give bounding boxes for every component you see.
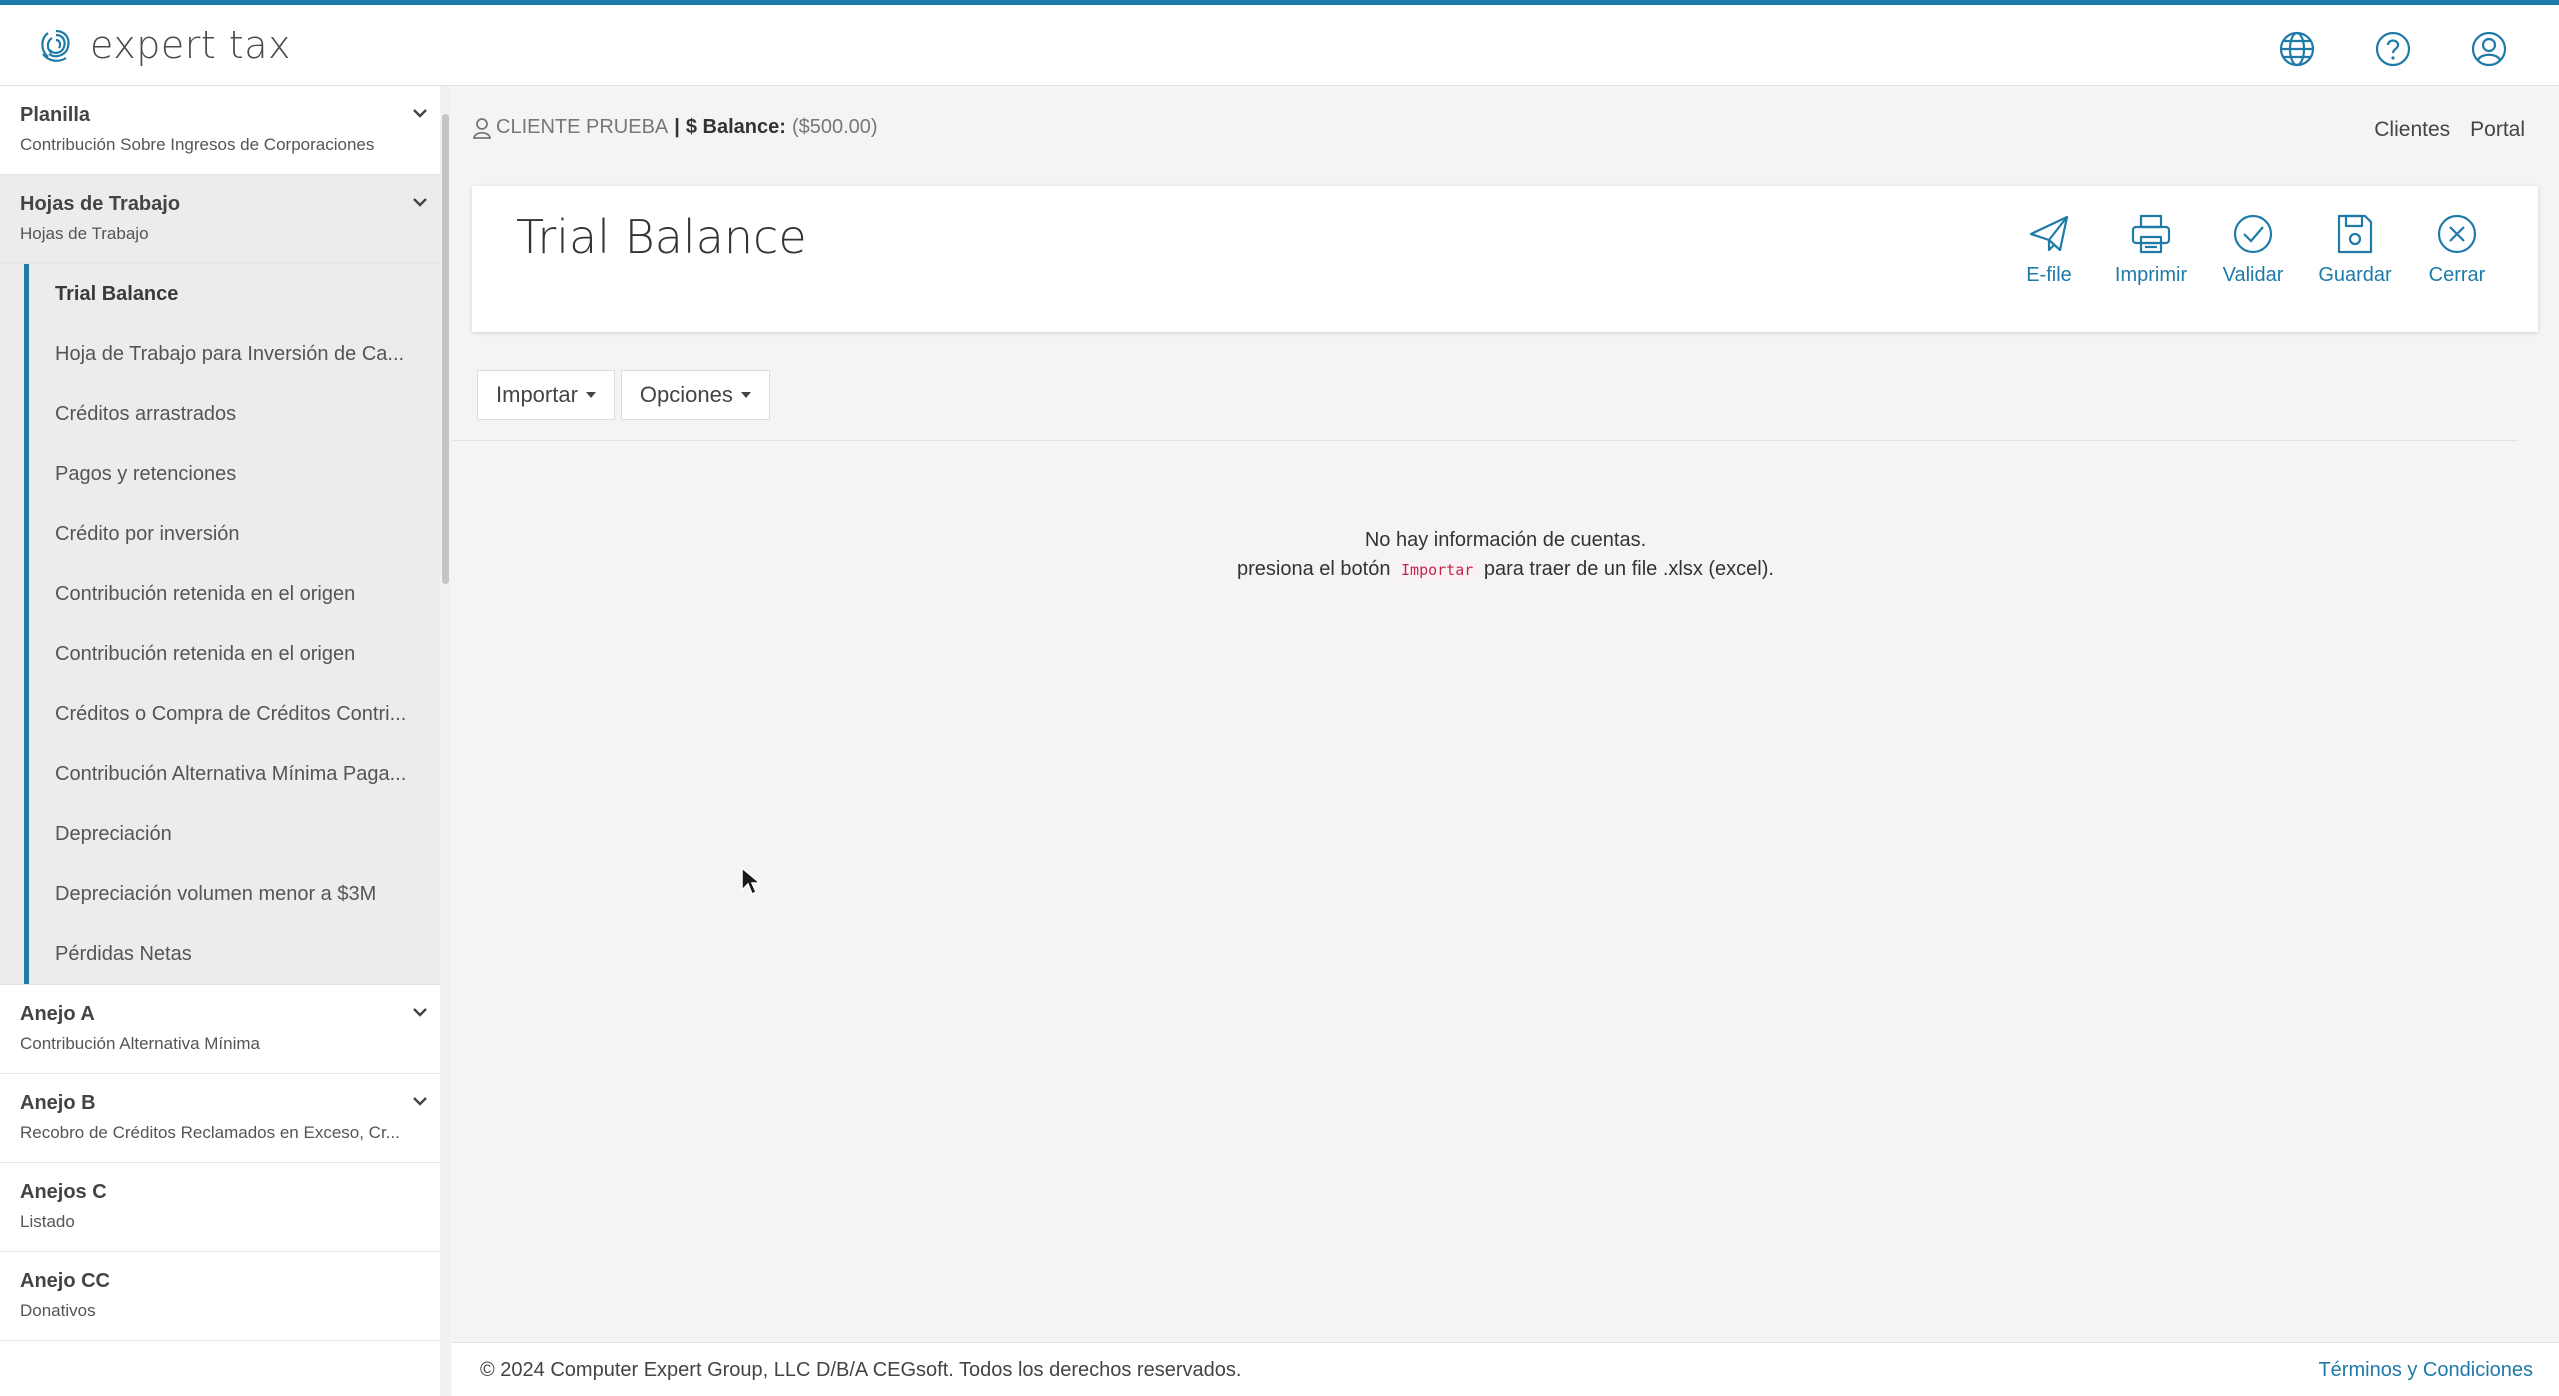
print-label: Imprimir	[2114, 264, 2188, 286]
main-content: CLIENTE PRUEBA | $ Balance: ($500.00) Cl…	[452, 86, 2559, 1396]
page-title: Trial Balance	[516, 210, 807, 264]
section-title: Hojas de Trabajo	[20, 193, 181, 215]
close-circle-icon	[2437, 214, 2477, 254]
section-subtitle: Donativos	[20, 1301, 96, 1320]
section-title: Anejos C	[20, 1181, 107, 1203]
portal-link[interactable]: Portal	[2470, 118, 2525, 142]
terms-link[interactable]: Términos y Condiciones	[2318, 1359, 2533, 1382]
check-circle-icon	[2233, 214, 2273, 254]
sidebar: Planilla Contribución Sobre Ingresos de …	[0, 86, 450, 1396]
section-subtitle: Hojas de Trabajo	[20, 224, 149, 243]
user-icon	[472, 117, 492, 139]
sidebar-section-planilla[interactable]: Planilla Contribución Sobre Ingresos de …	[0, 86, 449, 175]
mouse-cursor-icon	[741, 866, 763, 896]
send-icon	[2029, 215, 2069, 252]
empty-state-text-before: presiona el botón	[1237, 558, 1391, 580]
worksheet-list: Trial Balance Hoja de Trabajo para Inver…	[0, 264, 449, 985]
footer: © 2024 Computer Expert Group, LLC D/B/A …	[452, 1342, 2559, 1396]
caret-down-icon	[740, 392, 751, 398]
sidebar-item-depreciacion-volumen[interactable]: Depreciación volumen menor a $3M	[29, 864, 439, 924]
sidebar-section-anejo-b[interactable]: Anejo B Recobro de Créditos Reclamados e…	[0, 1074, 449, 1163]
user-account-icon[interactable]	[2469, 29, 2509, 69]
chevron-down-icon[interactable]	[409, 1090, 431, 1112]
section-title: Anejo CC	[20, 1270, 110, 1292]
section-title: Planilla	[20, 104, 91, 126]
save-icon	[2337, 214, 2373, 254]
sidebar-item-depreciacion[interactable]: Depreciación	[29, 804, 439, 864]
validate-label: Validar	[2222, 264, 2284, 286]
section-subtitle: Contribución Alternativa Mínima	[20, 1034, 261, 1053]
import-code-hint: Importar	[1396, 559, 1479, 581]
sidebar-item-creditos-compra[interactable]: Créditos o Compra de Créditos Contri...	[29, 684, 439, 744]
separator: |	[674, 116, 680, 138]
sidebar-item-contribucion-retenida-2[interactable]: Contribución retenida en el origen	[29, 624, 439, 684]
section-subtitle: Recobro de Créditos Reclamados en Exceso…	[20, 1123, 400, 1142]
empty-state-line2: presiona el botón Importar para traer de…	[452, 555, 2559, 585]
close-button[interactable]: Cerrar	[2406, 212, 2508, 287]
copyright-text: © 2024 Computer Expert Group, LLC D/B/A …	[480, 1359, 1242, 1381]
close-label: Cerrar	[2428, 264, 2486, 286]
sidebar-item-credito-inversion[interactable]: Crédito por inversión	[29, 504, 439, 564]
empty-state-message: No hay información de cuentas. presiona …	[452, 526, 2559, 585]
sidebar-section-anejo-a[interactable]: Anejo A Contribución Alternativa Mínima	[0, 985, 449, 1074]
sidebar-item-contribucion-retenida-1[interactable]: Contribución retenida en el origen	[29, 564, 439, 624]
sidebar-section-hojas-de-trabajo[interactable]: Hojas de Trabajo Hojas de Trabajo	[0, 175, 449, 264]
chevron-down-icon[interactable]	[409, 1001, 431, 1023]
clients-link[interactable]: Clientes	[2374, 118, 2450, 142]
section-title: Anejo B	[20, 1092, 96, 1114]
brand-name: expert tax	[90, 23, 291, 67]
help-icon[interactable]	[2373, 29, 2413, 69]
client-name[interactable]: CLIENTE PRUEBA	[496, 116, 668, 139]
balance-value: ($500.00)	[791, 116, 878, 138]
divider	[452, 440, 2518, 441]
top-navbar: expert tax	[0, 0, 2559, 86]
section-subtitle: Contribución Sobre Ingresos de Corporaci…	[20, 135, 375, 154]
sidebar-item-contribucion-alternativa[interactable]: Contribución Alternativa Mínima Paga...	[29, 744, 439, 804]
client-bar: CLIENTE PRUEBA | $ Balance: ($500.00)	[472, 116, 878, 139]
print-icon	[2131, 214, 2171, 254]
options-label: Opciones	[639, 382, 733, 407]
caret-down-icon	[585, 392, 596, 398]
empty-state-line1: No hay información de cuentas.	[1364, 529, 1647, 551]
sidebar-item-pagos-retenciones[interactable]: Pagos y retenciones	[29, 444, 439, 504]
page-header-card: Trial Balance E-file Imprimir Validar Gu…	[472, 186, 2538, 332]
sidebar-item-hoja-inversion[interactable]: Hoja de Trabajo para Inversión de Ca...	[29, 324, 439, 384]
sidebar-item-perdidas-netas[interactable]: Pérdidas Netas	[29, 924, 439, 984]
empty-state-text-after: para traer de un file .xlsx (excel).	[1483, 558, 1774, 580]
chevron-down-icon[interactable]	[409, 191, 431, 213]
save-label: Guardar	[2318, 264, 2392, 286]
sidebar-scrollbar-thumb[interactable]	[442, 114, 449, 584]
sidebar-section-anejo-cc[interactable]: Anejo CC Donativos	[0, 1252, 449, 1341]
efile-label: E-file	[2026, 264, 2072, 286]
globe-icon[interactable]	[2277, 29, 2317, 69]
import-dropdown-button[interactable]: Importar	[477, 370, 615, 420]
sidebar-item-creditos-arrastrados[interactable]: Créditos arrastrados	[29, 384, 439, 444]
sidebar-item-trial-balance[interactable]: Trial Balance	[29, 264, 439, 324]
print-button[interactable]: Imprimir	[2100, 212, 2202, 287]
balance-label: $ Balance:	[685, 116, 786, 138]
validate-button[interactable]: Validar	[2202, 212, 2304, 287]
chevron-down-icon[interactable]	[409, 102, 431, 124]
section-subtitle: Listado	[20, 1212, 75, 1231]
brand-logo[interactable]: expert tax	[36, 23, 291, 67]
options-dropdown-button[interactable]: Opciones	[620, 370, 770, 420]
sidebar-section-anejos-c[interactable]: Anejos C Listado	[0, 1163, 449, 1252]
worksheet-toolbar: Importar Opciones	[477, 370, 770, 420]
import-label: Importar	[496, 382, 578, 407]
section-title: Anejo A	[20, 1003, 95, 1025]
save-button[interactable]: Guardar	[2304, 212, 2406, 287]
spiral-logo-icon	[41, 29, 70, 62]
efile-button[interactable]: E-file	[1998, 212, 2100, 287]
